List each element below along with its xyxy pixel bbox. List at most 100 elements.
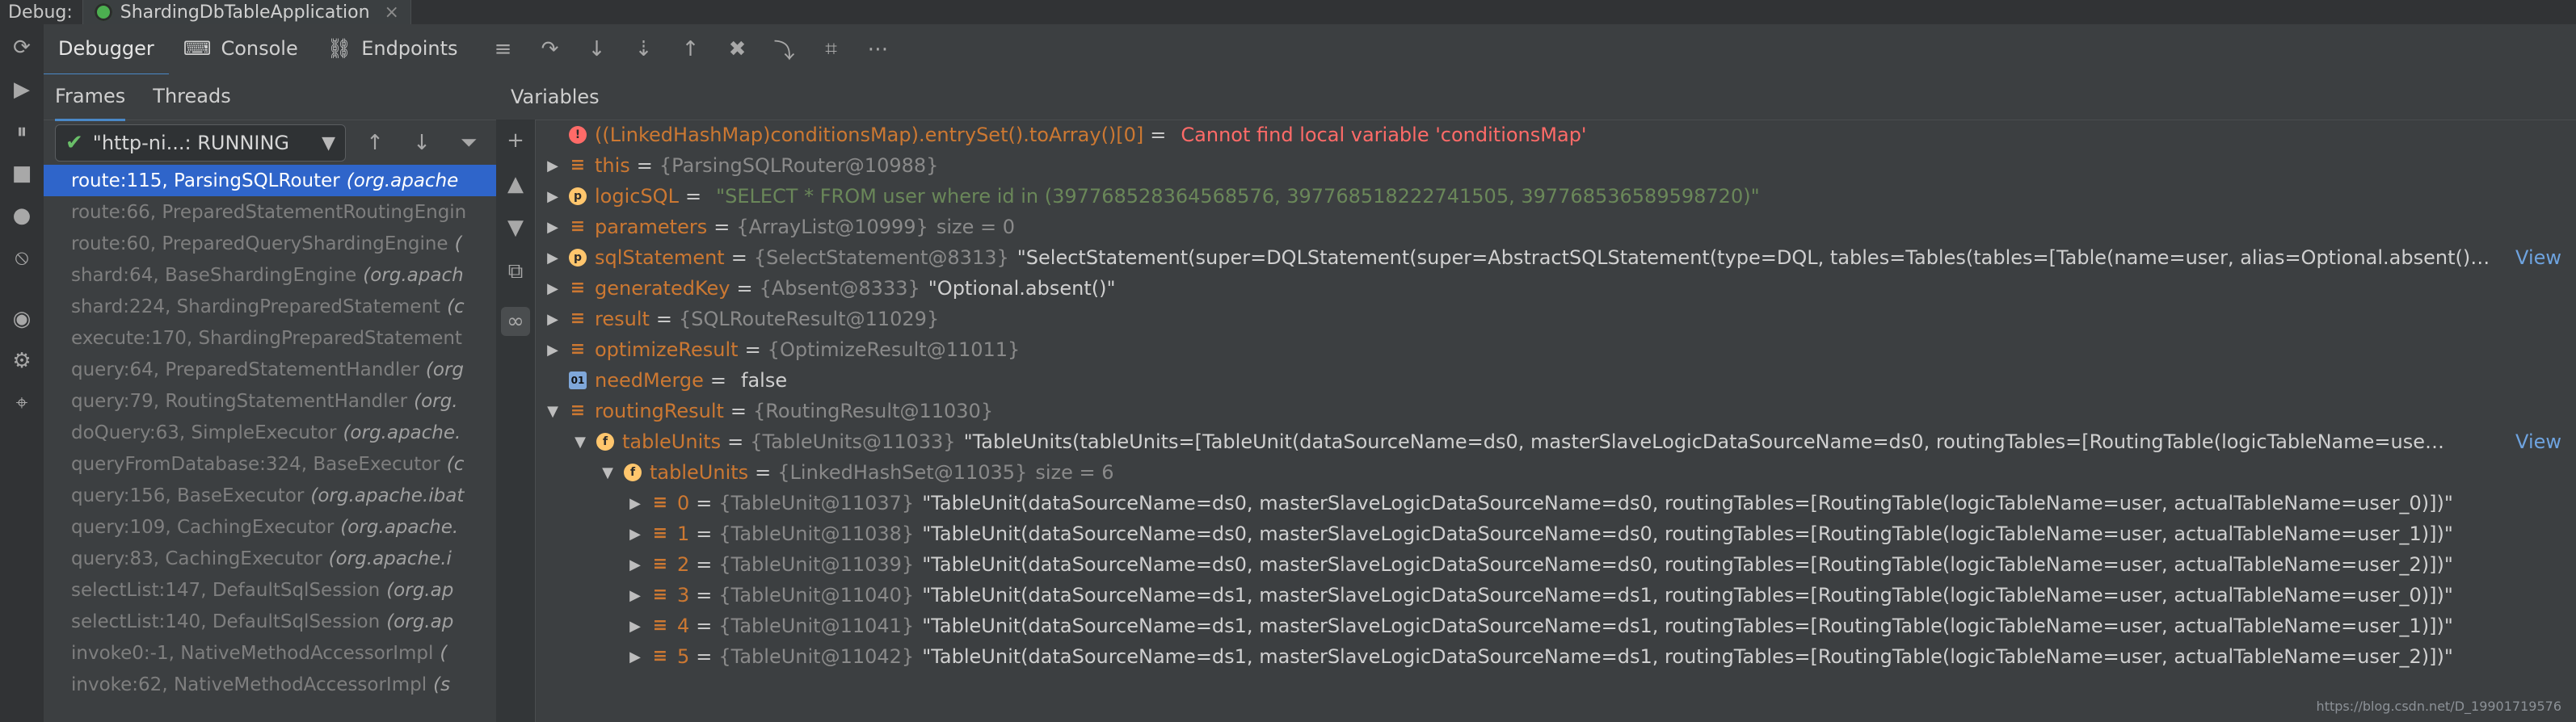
thread-select[interactable]: ✔ "http-ni...: RUNNING ▼ (55, 124, 346, 162)
frame-row[interactable]: doQuery:63, SimpleExecutor (org.apache. (44, 417, 496, 448)
variable-name: result (595, 308, 650, 330)
variable-row[interactable]: ▶ 5 ={TableUnit@11042} "TableUnit(dataSourc… (535, 641, 2576, 672)
frame-row[interactable]: selectList:147, DefaultSqlSession (org.a… (44, 574, 496, 606)
variable-row[interactable]: ▶ result= {SQLRouteResult@11029} (535, 304, 2576, 334)
expand-toggle-icon[interactable]: ▶ (545, 280, 561, 297)
expand-toggle-icon[interactable]: ▶ (545, 250, 561, 267)
expand-toggle-icon[interactable]: ▶ (545, 188, 561, 205)
camera-icon[interactable]: ◉ (6, 304, 37, 334)
variable-row[interactable]: ▶ 4 ={TableUnit@11041} "TableUnit(dataSourc… (535, 611, 2576, 641)
variable-row[interactable]: ▼ f tableUnits = {LinkedHashSet@11035} size =… (535, 457, 2576, 488)
filter-icon[interactable]: ⏷ (452, 127, 485, 159)
variable-row[interactable]: ▶ 3 ={TableUnit@11040} "TableUnit(dataSourc… (535, 580, 2576, 611)
run-configuration-tab[interactable]: ShardingDbTableApplication × (82, 0, 411, 24)
settings-gear-icon[interactable]: ⚙ (6, 346, 37, 376)
tab-debugger[interactable]: Debugger (44, 23, 169, 76)
next-frame-icon[interactable]: ↓ (406, 127, 438, 159)
frame-row[interactable]: shard:224, ShardingPreparedStatement (c (44, 291, 496, 322)
expand-toggle-icon[interactable]: ▶ (627, 526, 643, 543)
expand-toggle-icon[interactable]: ▶ (545, 342, 561, 359)
equals-sign: = (696, 645, 713, 668)
tab-endpoints[interactable]: ⛓ Endpoints (313, 23, 473, 76)
expand-toggle-icon[interactable]: ▶ (627, 618, 643, 635)
breakpoints-icon[interactable]: ● (6, 200, 37, 231)
resume-icon[interactable]: ▶ (6, 74, 37, 105)
expand-toggle-icon[interactable]: ▼ (572, 434, 588, 451)
tab-console[interactable]: ⌨ Console (169, 23, 313, 76)
variable-row[interactable]: ! ((LinkedHashMap)conditionsMap).entrySet… (535, 120, 2576, 150)
expand-toggle-icon[interactable]: ▶ (627, 587, 643, 604)
pin-tab-icon[interactable]: ⌖ (6, 388, 37, 418)
expand-toggle-icon[interactable]: ▶ (545, 219, 561, 236)
variable-row[interactable]: 01 needMerge = false (535, 365, 2576, 396)
frame-row[interactable]: invoke:62, NativeMethodAccessorImpl (s (44, 669, 496, 700)
stop-icon[interactable]: ■ (6, 158, 37, 189)
drop-frame-icon[interactable]: ✖ (722, 33, 754, 65)
variable-row[interactable]: ▶ generatedKey = {Absent@8333} "Optional.abs… (535, 273, 2576, 304)
frame-row[interactable]: route:66, PreparedStatementRoutingEngin (44, 196, 496, 228)
frame-row[interactable]: shard:64, BaseShardingEngine (org.apach (44, 259, 496, 291)
rerun-icon[interactable]: ⟳ (6, 32, 37, 63)
frame-row[interactable]: query:79, RoutingStatementHandler (org. (44, 385, 496, 417)
copy-icon[interactable]: ⧉ (501, 257, 530, 286)
frame-row[interactable]: query:156, BaseExecutor (org.apache.ibat (44, 480, 496, 511)
step-into-icon[interactable]: ↓ (581, 33, 613, 65)
variable-row[interactable]: ▶ optimizeResult= {OptimizeResult@11011} (535, 334, 2576, 365)
trace-icon[interactable]: ⋯ (862, 33, 894, 65)
variable-row[interactable]: ▶ 1 ={TableUnit@11038} "TableUnit(dataSourc… (535, 518, 2576, 549)
show-watches-icon[interactable]: ∞ (501, 307, 530, 336)
move-up-icon[interactable]: ▲ (501, 170, 530, 199)
variable-row[interactable]: ▶ this = {ParsingSQLRouter@10988} (535, 150, 2576, 181)
frame-row[interactable]: queryFromDatabase:324, BaseExecutor (c (44, 448, 496, 480)
expand-toggle-icon[interactable]: ▶ (545, 157, 561, 174)
layout-menu-icon[interactable]: ≡ (487, 33, 520, 65)
frames-panel: Frames Threads ✔ "http-ni...: RUNNING ▼ … (44, 74, 497, 722)
expand-toggle-icon[interactable]: ▶ (627, 495, 643, 512)
frame-package: (org.apache. (340, 516, 459, 538)
tab-debugger-label: Debugger (58, 36, 154, 60)
frame-row[interactable]: execute:170, ShardingPreparedStatement (44, 322, 496, 354)
frame-method: execute:170, ShardingPreparedStatement (71, 327, 462, 349)
evaluate-expression-icon[interactable]: ⌗ (815, 33, 848, 65)
variable-row[interactable]: ▼ f tableUnits = {TableUnits@11033} "TableUni… (535, 426, 2576, 457)
frame-row[interactable]: selectList:140, DefaultSqlSession (org.a… (44, 606, 496, 637)
expand-toggle-icon[interactable]: ▶ (627, 556, 643, 573)
frame-method: selectList:147, DefaultSqlSession (71, 579, 381, 601)
variable-name: 3 (677, 584, 690, 607)
step-out-icon[interactable]: ↑ (675, 33, 707, 65)
frame-row-selected[interactable]: route:115, ParsingSQLRouter (org.apache (44, 165, 496, 196)
move-down-icon[interactable]: ▼ (501, 213, 530, 242)
pause-icon[interactable]: ⏸ (6, 116, 37, 147)
view-link[interactable]: View (2515, 246, 2576, 269)
frame-row[interactable]: query:64, PreparedStatementHandler (org (44, 354, 496, 385)
variable-row[interactable]: ▶ p sqlStatement = {SelectStatement@8313} "Se… (535, 242, 2576, 273)
add-watch-icon[interactable]: + (501, 126, 530, 155)
variable-row[interactable]: ▼ routingResult = {RoutingResult@11030} (535, 396, 2576, 426)
previous-frame-icon[interactable]: ↑ (359, 127, 391, 159)
force-step-into-icon[interactable]: ⇣ (628, 33, 660, 65)
variable-row[interactable]: ▶ parameters= {ArrayList@10999} size = 0 (535, 212, 2576, 242)
variable-row[interactable]: ▶ 2 ={TableUnit@11039} "TableUnit(dataSourc… (535, 549, 2576, 580)
tab-threads[interactable]: Threads (153, 74, 230, 121)
expand-toggle-icon[interactable]: ▶ (627, 649, 643, 665)
frame-row[interactable]: route:60, PreparedQueryShardingEngine ( (44, 228, 496, 259)
expand-toggle-icon[interactable]: ▶ (545, 311, 561, 328)
expand-toggle-icon[interactable]: ▼ (545, 403, 561, 420)
variables-rows: ! ((LinkedHashMap)conditionsMap).entrySet… (535, 120, 2576, 672)
step-over-icon[interactable]: ↷ (534, 33, 566, 65)
variable-row[interactable]: ▶ p logicSQL = "SELECT * FROM user where id … (535, 181, 2576, 212)
debug-label: Debug: (8, 2, 73, 23)
object-reference: {SQLRouteResult@11029} (679, 308, 940, 330)
view-link[interactable]: View (2515, 430, 2576, 453)
variable-value: "TableUnit(dataSourceName=ds0, masterSla… (922, 523, 2453, 545)
variable-row[interactable]: ▶ 0 ={TableUnit@11037} "TableUnit(dataSourc… (535, 488, 2576, 518)
frame-row[interactable]: query:83, CachingExecutor (org.apache.i (44, 543, 496, 574)
tab-frames[interactable]: Frames (55, 74, 126, 121)
ide-debug-window: Debug: ShardingDbTableApplication × ⟳ ▶ … (0, 0, 2576, 722)
run-to-cursor-icon[interactable]: ⤵ (768, 33, 801, 65)
expand-toggle-icon[interactable]: ▼ (600, 464, 616, 481)
frame-row[interactable]: invoke0:-1, NativeMethodAccessorImpl ( (44, 637, 496, 669)
close-tab-icon[interactable]: × (385, 2, 399, 23)
mute-breakpoints-icon[interactable]: ⦸ (6, 242, 37, 273)
frame-row[interactable]: query:109, CachingExecutor (org.apache. (44, 511, 496, 543)
